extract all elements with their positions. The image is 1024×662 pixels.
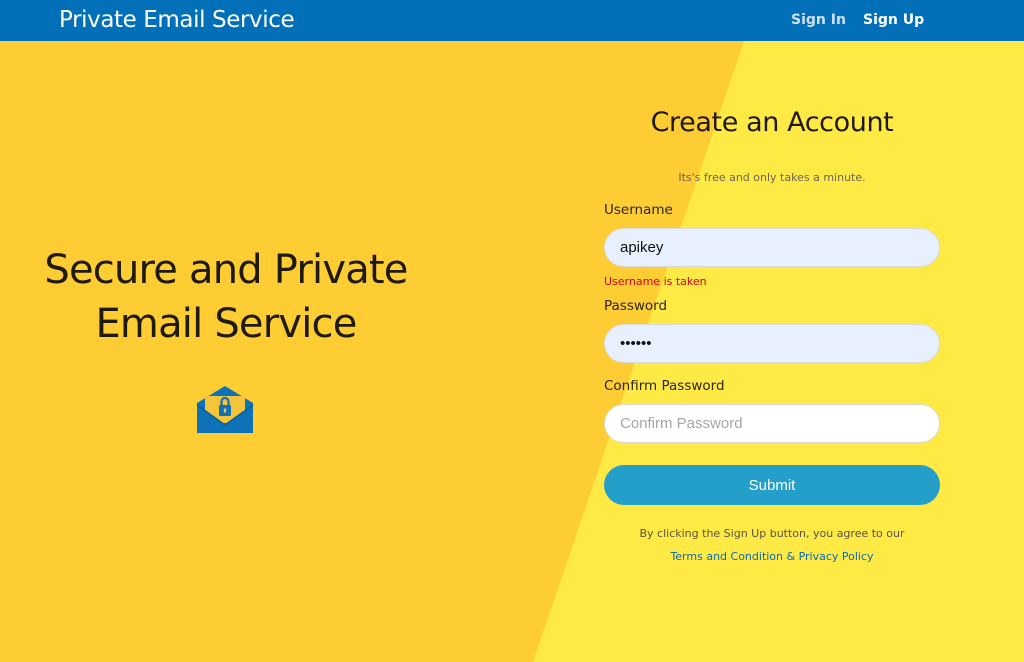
hero-section: Secure and Private Email Service [40,243,412,351]
envelope-lock-icon [196,386,254,433]
hero-title-line-2: Email Service [95,301,357,347]
nav-sign-up-link[interactable]: Sign Up [863,12,924,28]
confirm-password-input[interactable] [604,404,940,443]
submit-button[interactable]: Submit [604,465,940,505]
username-error: Username is taken [604,275,707,288]
agreement-text: By clicking the Sign Up button, you agre… [639,527,905,540]
confirm-password-label: Confirm Password [604,378,725,394]
password-input[interactable] [604,324,940,363]
password-label: Password [604,298,668,314]
hero-title-line-1: Secure and Private [44,247,408,293]
username-label: Username [604,202,673,218]
form-title: Create an Account [650,107,894,138]
terms-link[interactable]: Terms and Condition & Privacy Policy [604,550,940,563]
brand-title[interactable]: Private Email Service [59,7,295,33]
nav-sign-in-link[interactable]: Sign In [791,12,846,28]
hero-title: Secure and Private Email Service [40,243,412,351]
form-subtitle: Its's free and only takes a minute. [678,171,866,184]
username-input[interactable] [604,228,940,267]
navbar: Private Email Service Sign In Sign Up [0,0,1024,41]
